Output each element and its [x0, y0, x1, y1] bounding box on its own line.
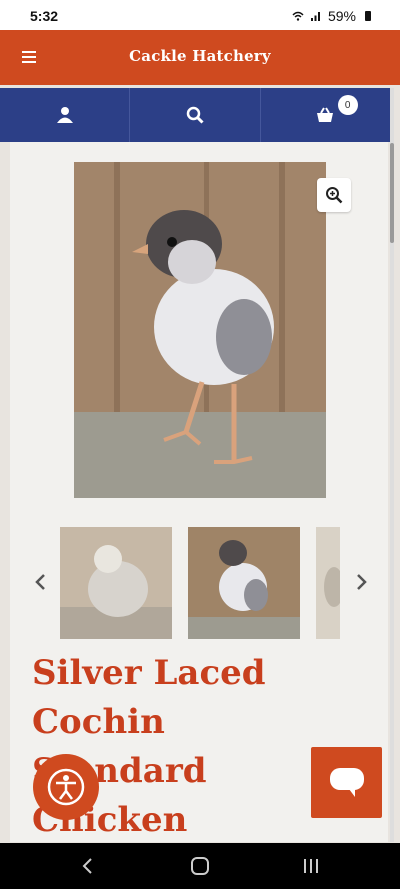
user-icon [56, 107, 73, 123]
back-icon[interactable] [80, 857, 96, 875]
chick-photo [74, 162, 326, 498]
nav-bar: 0 [0, 88, 390, 142]
chevron-left-icon[interactable] [32, 573, 50, 591]
thumbnail-2[interactable] [188, 527, 300, 639]
product-main-image[interactable] [74, 162, 326, 498]
thumbnail-1[interactable] [60, 527, 172, 639]
product-content: Silver Laced Cochin Standard Chicken [10, 142, 388, 842]
zoom-in-icon [326, 187, 343, 204]
search-icon [186, 106, 204, 124]
wifi-icon [292, 11, 304, 21]
battery-icon [365, 11, 371, 21]
signal-icon [310, 12, 320, 21]
product-title-line: Silver Laced [32, 653, 266, 693]
thumbnail-3[interactable] [316, 527, 340, 639]
status-bar: 5:32 59% [0, 0, 400, 30]
cart-count-badge: 0 [337, 95, 358, 115]
chevron-right-icon[interactable] [352, 573, 370, 591]
site-header: Cackle Hatchery [0, 30, 400, 85]
accessibility-icon [47, 768, 85, 806]
chat-bubble-icon [329, 767, 364, 797]
status-icons: 59% [292, 8, 374, 24]
system-nav-bar [0, 843, 400, 889]
cart-button[interactable]: 0 [261, 88, 390, 142]
basket-icon [317, 107, 334, 122]
account-button[interactable] [0, 88, 131, 142]
page-scrollbar[interactable] [390, 88, 394, 842]
recents-icon[interactable] [302, 857, 320, 875]
product-title-line: Cochin [32, 702, 165, 742]
scrollbar-thumb[interactable] [390, 143, 394, 243]
status-time: 5:32 [30, 8, 59, 24]
zoom-button[interactable] [317, 178, 351, 212]
site-title[interactable]: Cackle Hatchery [0, 47, 400, 65]
accessibility-button[interactable] [33, 754, 99, 820]
search-button[interactable] [130, 88, 261, 142]
chat-button[interactable] [311, 747, 382, 818]
battery-percent: 59% [327, 8, 356, 24]
thumbnail-carousel [10, 527, 388, 639]
home-icon[interactable] [190, 856, 210, 876]
